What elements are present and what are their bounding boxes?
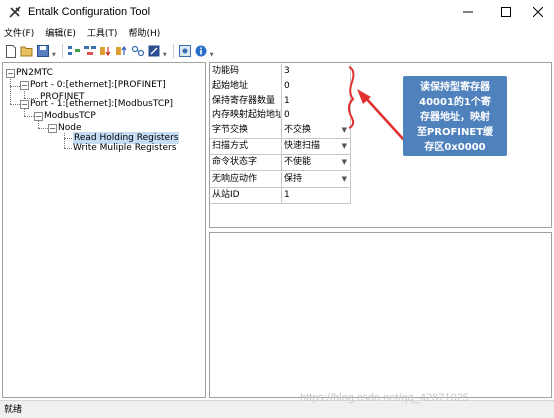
annotation-arrow-overlay	[347, 66, 405, 141]
callout-line: 读保持型寄存器	[420, 82, 490, 93]
watermark-text: https://blog.csdn.net/qq_42871025	[300, 392, 469, 404]
callout-line: 存区0x0000	[424, 142, 486, 153]
callout-line: 至PROFINET缓	[416, 127, 494, 138]
callout-line: 40001的1个寄	[419, 97, 491, 108]
status-bar: 就绪	[0, 400, 554, 418]
status-text: 就绪	[4, 405, 23, 415]
callout-line: 存器地址，映射	[420, 112, 490, 123]
annotation-callout: 读保持型寄存器 40001的1个寄 存器地址，映射 至PROFINET缓 存区0…	[403, 76, 507, 156]
